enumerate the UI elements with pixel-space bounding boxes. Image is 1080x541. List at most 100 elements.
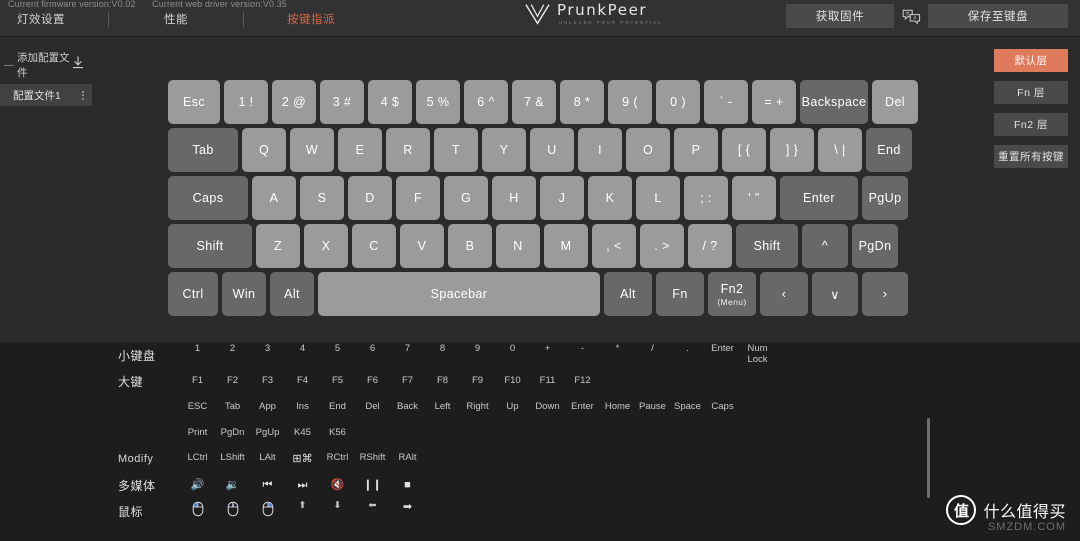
key-[interactable]: , < (592, 224, 636, 268)
function-cell[interactable]: - (565, 343, 600, 366)
function-cell[interactable]: 0 (495, 343, 530, 366)
key-j[interactable]: J (540, 176, 584, 220)
key-end[interactable]: End (866, 128, 912, 172)
key-3[interactable]: 3 # (320, 80, 364, 124)
key-spacebar[interactable]: Spacebar (318, 272, 600, 316)
function-cell[interactable]: ⬆ (285, 500, 320, 521)
key-f[interactable]: F (396, 176, 440, 220)
key-m[interactable]: M (544, 224, 588, 268)
function-cell[interactable]: Caps (705, 401, 740, 413)
key-o[interactable]: O (626, 128, 670, 172)
function-cell[interactable]: RShift (355, 452, 390, 466)
save-to-keyboard-button[interactable]: 保存至键盘 (928, 4, 1068, 28)
function-cell[interactable]: Right (460, 401, 495, 413)
key-z[interactable]: Z (256, 224, 300, 268)
function-cell[interactable]: Up (495, 401, 530, 413)
key-l[interactable]: L (636, 176, 680, 220)
key-pgdn[interactable]: PgDn (852, 224, 898, 268)
key-1[interactable]: 1 ! (224, 80, 268, 124)
key-shift[interactable]: Shift (736, 224, 798, 268)
key-c[interactable]: C (352, 224, 396, 268)
key-a[interactable]: A (252, 176, 296, 220)
function-cell[interactable]: Back (390, 401, 425, 413)
key-[interactable]: ] } (770, 128, 814, 172)
key-[interactable]: . > (640, 224, 684, 268)
function-cell[interactable]: K56 (320, 427, 355, 439)
key-h[interactable]: H (492, 176, 536, 220)
function-cell[interactable]: ■ (390, 479, 425, 492)
tab-lighting[interactable]: 灯效设置 (0, 11, 82, 27)
function-cell[interactable]: Left (425, 401, 460, 413)
key-[interactable]: › (862, 272, 908, 316)
function-cell[interactable]: Down (530, 401, 565, 413)
function-cell[interactable]: K45 (285, 427, 320, 439)
function-cell[interactable]: + (530, 343, 565, 366)
key-[interactable]: ` - (704, 80, 748, 124)
function-cell[interactable]: 4 (285, 343, 320, 366)
key-[interactable]: ‹ (760, 272, 808, 316)
key-[interactable]: = + (752, 80, 796, 124)
function-cell[interactable]: F4 (285, 375, 320, 387)
key-enter[interactable]: Enter (780, 176, 858, 220)
key-s[interactable]: S (300, 176, 344, 220)
mouse-right-icon[interactable] (250, 501, 285, 521)
function-cell[interactable]: 6 (355, 343, 390, 366)
key-i[interactable]: I (578, 128, 622, 172)
function-cell[interactable]: RCtrl (320, 452, 355, 466)
key-q[interactable]: Q (242, 128, 286, 172)
key-b[interactable]: B (448, 224, 492, 268)
key-[interactable]: ; : (684, 176, 728, 220)
function-cell[interactable]: 8 (425, 343, 460, 366)
function-cell[interactable]: ESC (180, 401, 215, 413)
key-r[interactable]: R (386, 128, 430, 172)
function-cell[interactable]: Tab (215, 401, 250, 413)
key-6[interactable]: 6 ^ (464, 80, 508, 124)
function-cell[interactable]: ❙❙ (355, 479, 390, 492)
key-alt[interactable]: Alt (604, 272, 652, 316)
function-cell[interactable]: Num Lock (740, 343, 775, 366)
function-cell[interactable]: Pause (635, 401, 670, 413)
function-cell[interactable]: F8 (425, 375, 460, 387)
key-[interactable]: ^ (802, 224, 848, 268)
function-cell[interactable]: PgUp (250, 427, 285, 439)
layer-fn-button[interactable]: Fn 层 (994, 81, 1068, 104)
key-fn2[interactable]: Fn2 (Menu) (708, 272, 756, 316)
key-9[interactable]: 9 ( (608, 80, 652, 124)
key-tab[interactable]: Tab (168, 128, 238, 172)
function-cell[interactable]: ⬇ (320, 500, 355, 521)
function-cell[interactable]: F12 (565, 375, 600, 387)
function-cell[interactable]: Home (600, 401, 635, 413)
function-cell[interactable]: F6 (355, 375, 390, 387)
key-d[interactable]: D (348, 176, 392, 220)
function-cell[interactable]: PgDn (215, 427, 250, 439)
function-cell[interactable]: 🔉 (215, 479, 250, 492)
key-0[interactable]: 0 ) (656, 80, 700, 124)
function-cell[interactable]: 7 (390, 343, 425, 366)
function-cell[interactable]: Space (670, 401, 705, 413)
key-g[interactable]: G (444, 176, 488, 220)
key-alt[interactable]: Alt (270, 272, 314, 316)
function-cell[interactable]: F5 (320, 375, 355, 387)
kebab-menu-icon[interactable] (82, 90, 84, 100)
key-t[interactable]: T (434, 128, 478, 172)
key-8[interactable]: 8 * (560, 80, 604, 124)
tab-performance[interactable]: 性能 (135, 11, 217, 27)
panel-scrollbar-thumb[interactable] (927, 418, 930, 498)
key-n[interactable]: N (496, 224, 540, 268)
function-cell[interactable]: F10 (495, 375, 530, 387)
function-cell[interactable]: 2 (215, 343, 250, 366)
key-caps[interactable]: Caps (168, 176, 248, 220)
key-[interactable]: ∨ (812, 272, 858, 316)
key-p[interactable]: P (674, 128, 718, 172)
profile-item-1[interactable]: 配置文件1 (0, 84, 92, 106)
key-win[interactable]: Win (222, 272, 266, 316)
key-pgup[interactable]: PgUp (862, 176, 908, 220)
key-5[interactable]: 5 % (416, 80, 460, 124)
function-cell[interactable]: App (250, 401, 285, 413)
key-y[interactable]: Y (482, 128, 526, 172)
function-cell[interactable]: 9 (460, 343, 495, 366)
layer-fn2-button[interactable]: Fn2 层 (994, 113, 1068, 136)
key-4[interactable]: 4 $ (368, 80, 412, 124)
key-del[interactable]: Del (872, 80, 918, 124)
key-shift[interactable]: Shift (168, 224, 252, 268)
